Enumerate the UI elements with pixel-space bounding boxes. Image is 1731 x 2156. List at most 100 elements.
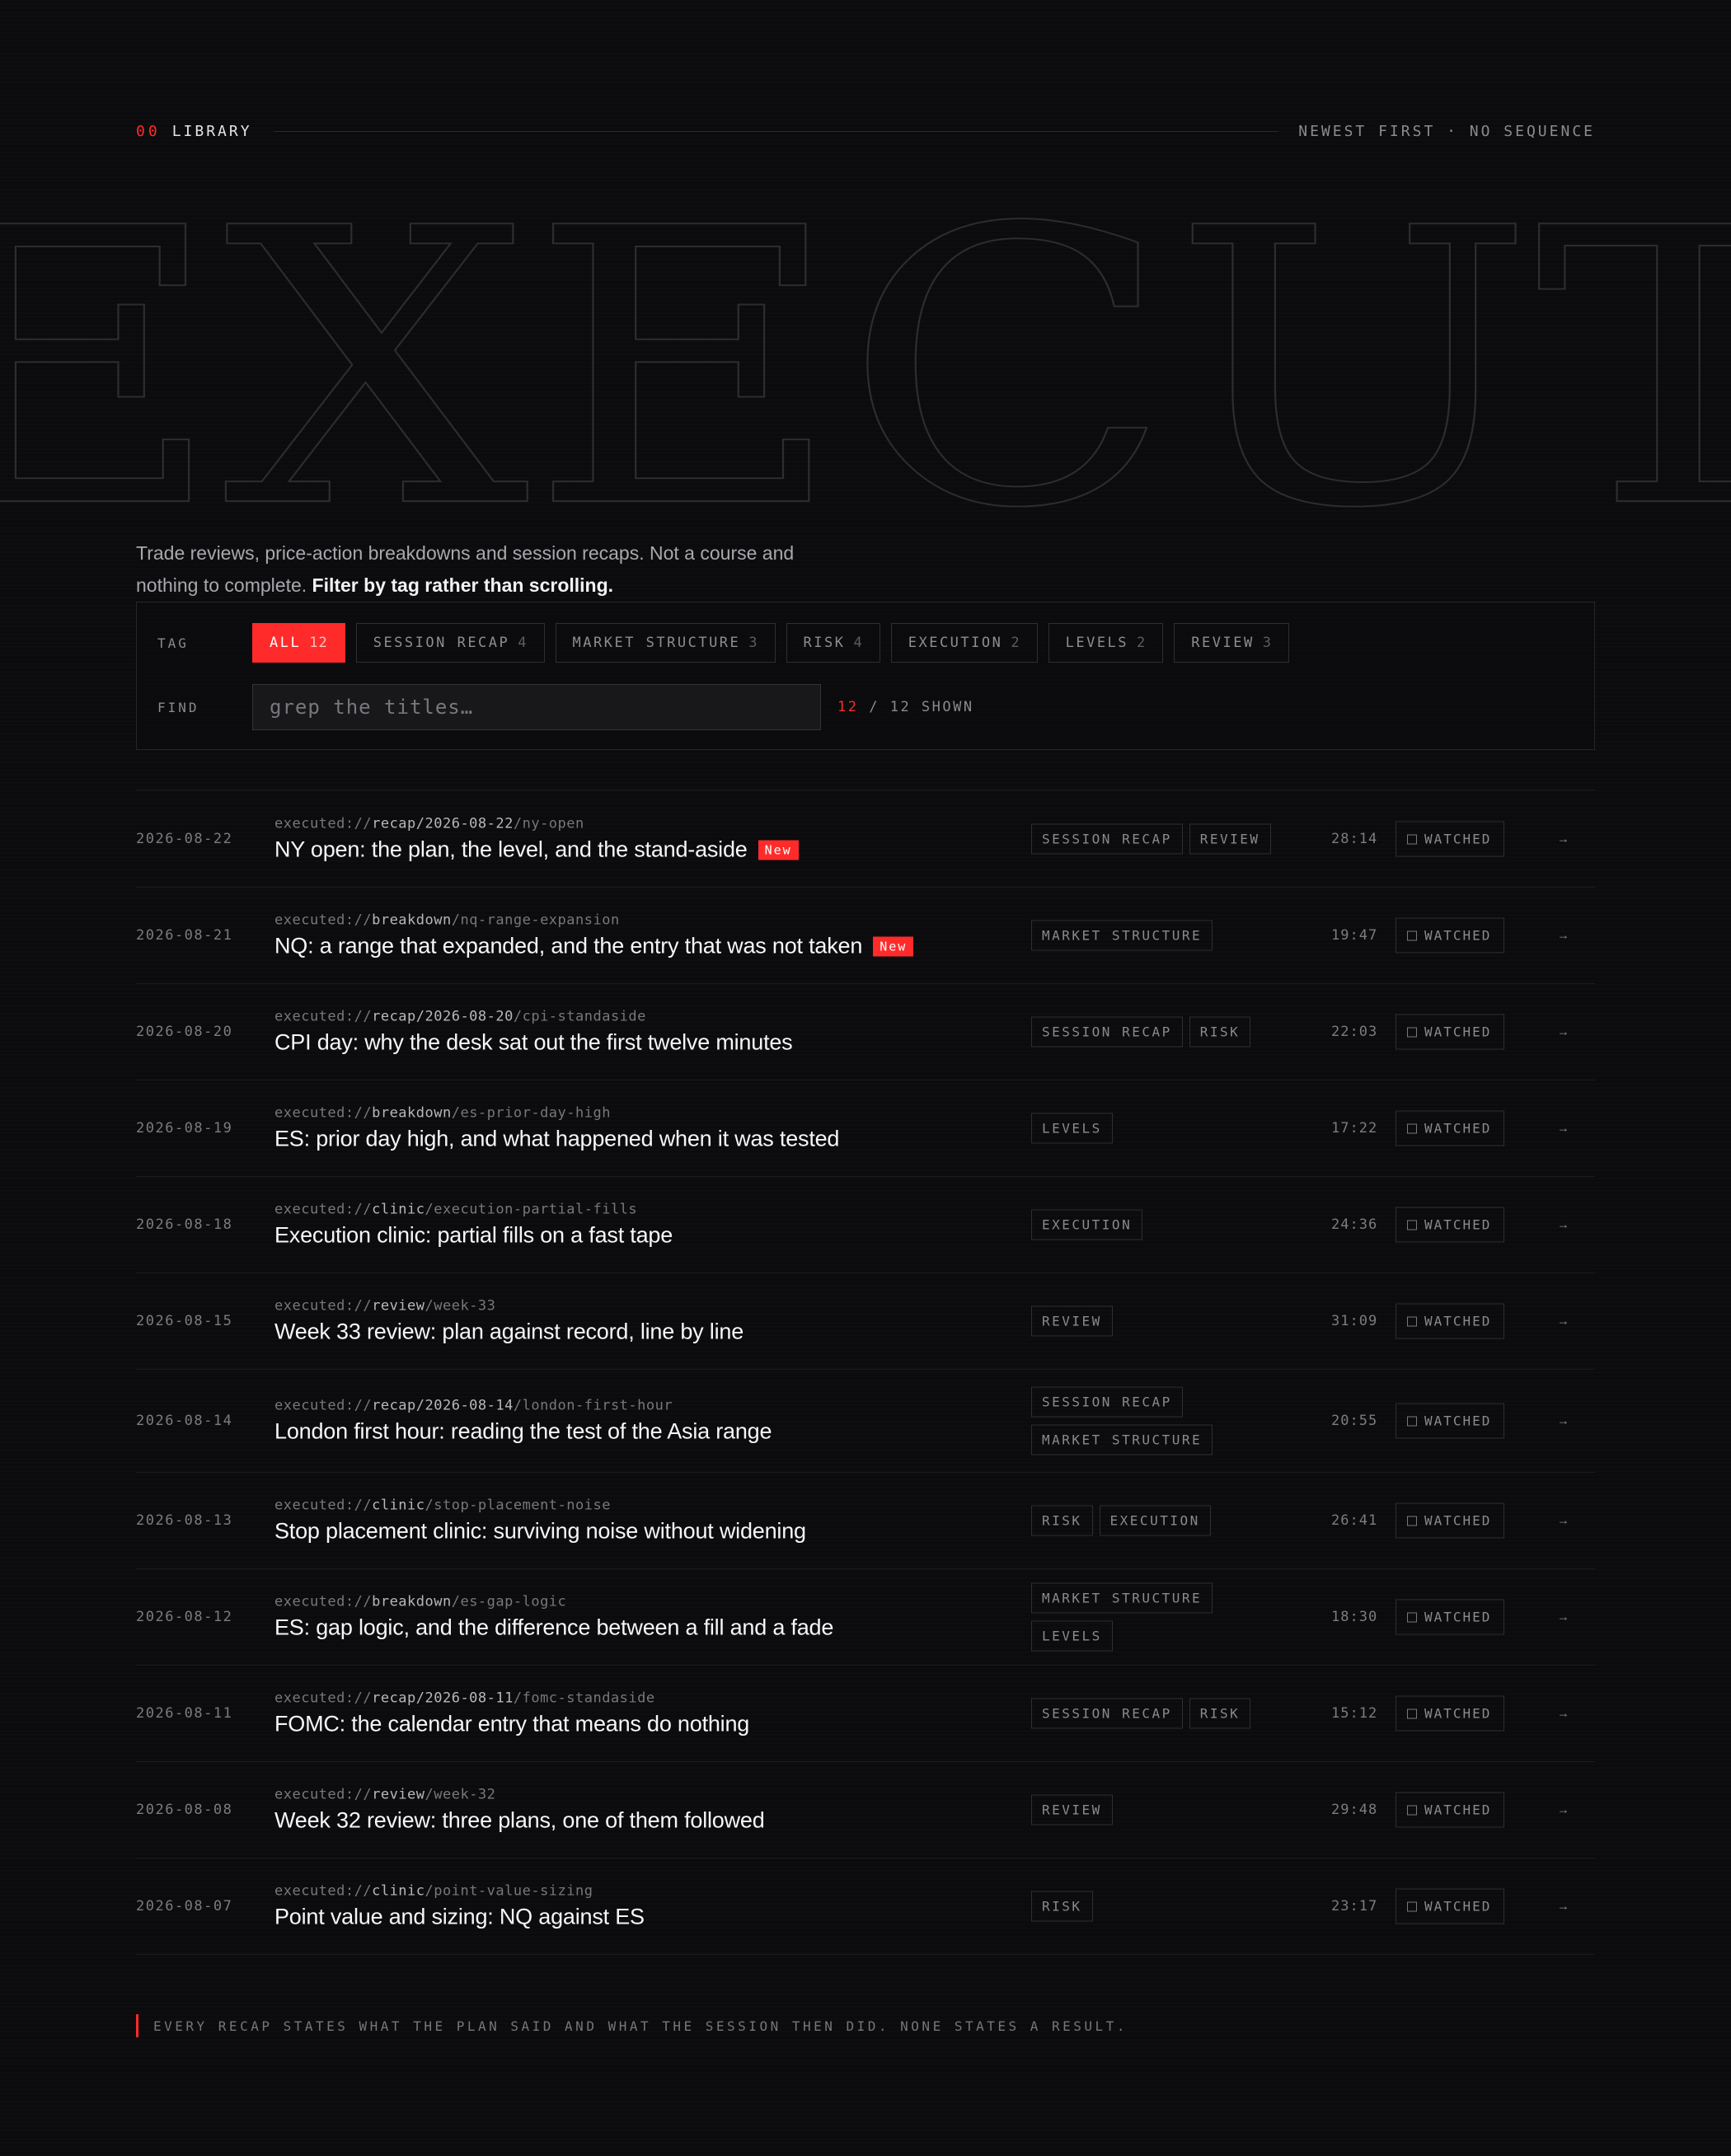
watched-label: WATCHED [1424, 1024, 1492, 1040]
row-tag[interactable]: RISK [1031, 1891, 1093, 1922]
hero-outline-word: EXECUT [0, 198, 1731, 511]
row-tag[interactable]: REVIEW [1031, 1794, 1113, 1826]
row-tag[interactable]: MARKET STRUCTURE [1031, 1424, 1213, 1455]
watched-toggle[interactable]: WATCHED [1396, 1599, 1504, 1635]
row-tag[interactable]: RISK [1031, 1505, 1093, 1536]
row-title[interactable]: Week 32 review: three plans, one of them… [274, 1808, 1016, 1834]
row-text: executed://breakdown/es-prior-day-high E… [274, 1105, 1016, 1152]
arrow-right-icon[interactable]: → [1557, 1218, 1569, 1232]
footer-text: EVERY RECAP STATES WHAT THE PLAN SAID AN… [153, 2018, 1128, 2034]
watched-label: WATCHED [1424, 831, 1492, 847]
video-row[interactable]: 2026-08-19 executed://breakdown/es-prior… [136, 1080, 1595, 1177]
section-index: 00 [136, 122, 161, 140]
row-title[interactable]: ES: prior day high, and what happened wh… [274, 1127, 1016, 1152]
arrow-right-icon[interactable]: → [1557, 1900, 1569, 1914]
video-row[interactable]: 2026-08-14 executed://recap/2026-08-14/l… [136, 1370, 1595, 1473]
watched-toggle[interactable]: WATCHED [1396, 1502, 1504, 1539]
watched-toggle[interactable]: WATCHED [1396, 1110, 1504, 1146]
path-category: review [372, 1297, 425, 1315]
watched-label: WATCHED [1424, 1898, 1492, 1915]
row-title[interactable]: CPI day: why the desk sat out the first … [274, 1030, 1016, 1056]
checkbox-icon [1407, 1612, 1417, 1622]
watched-toggle[interactable]: WATCHED [1396, 1014, 1504, 1050]
video-row[interactable]: 2026-08-20 executed://recap/2026-08-20/c… [136, 984, 1595, 1080]
search-input[interactable] [252, 684, 821, 730]
video-row[interactable]: 2026-08-15 executed://review/week-33 Wee… [136, 1273, 1595, 1370]
path-prefix: executed:// [274, 1297, 373, 1315]
row-tag[interactable]: LEVELS [1031, 1620, 1113, 1652]
tag-chip-review[interactable]: REVIEW 3 [1174, 623, 1289, 663]
row-title[interactable]: NQ: a range that expanded, and the entry… [274, 934, 1016, 959]
video-row[interactable]: 2026-08-08 executed://review/week-32 Wee… [136, 1762, 1595, 1858]
watched-toggle[interactable]: WATCHED [1396, 1888, 1504, 1924]
video-row[interactable]: 2026-08-22 executed://recap/2026-08-22/n… [136, 791, 1595, 888]
watched-label: WATCHED [1424, 1512, 1492, 1529]
arrow-right-icon[interactable]: → [1557, 1414, 1569, 1428]
path-slug: /point-value-sizing [425, 1882, 593, 1900]
tag-chip-count: 2 [1011, 635, 1020, 651]
checkbox-icon [1407, 1123, 1417, 1133]
row-tag[interactable]: LEVELS [1031, 1113, 1113, 1144]
tag-chip-all[interactable]: ALL 12 [252, 623, 345, 663]
row-tag[interactable]: EXECUTION [1031, 1209, 1143, 1240]
watched-toggle[interactable]: WATCHED [1396, 1303, 1504, 1339]
filter-panel: TAG ALL 12 SESSION RECAP 4 MARKET STRUCTURE 3… [136, 602, 1595, 750]
video-row[interactable]: 2026-08-21 executed://breakdown/nq-range… [136, 888, 1595, 984]
row-tag[interactable]: REVIEW [1031, 1305, 1113, 1337]
row-title[interactable]: Stop placement clinic: surviving noise w… [274, 1519, 1016, 1544]
watched-toggle[interactable]: WATCHED [1396, 821, 1504, 857]
tag-chip-session-recap[interactable]: SESSION RECAP 4 [355, 623, 545, 663]
tag-chip-levels[interactable]: LEVELS 2 [1048, 623, 1164, 663]
row-tag[interactable]: RISK [1189, 1016, 1251, 1048]
arrow-right-icon[interactable]: → [1557, 929, 1569, 943]
path-category: recap/2026-08-11 [372, 1690, 514, 1707]
row-tag[interactable]: MARKET STRUCTURE [1031, 1582, 1213, 1614]
row-tag[interactable]: REVIEW [1189, 823, 1271, 855]
video-row[interactable]: 2026-08-07 executed://clinic/point-value… [136, 1858, 1595, 1955]
row-date: 2026-08-11 [136, 1705, 233, 1722]
watched-toggle[interactable]: WATCHED [1396, 1207, 1504, 1243]
row-date: 2026-08-15 [136, 1313, 233, 1329]
row-date: 2026-08-13 [136, 1512, 233, 1529]
tag-chip-risk[interactable]: RISK 4 [786, 623, 880, 663]
arrow-right-icon[interactable]: → [1557, 1025, 1569, 1039]
row-title-text: FOMC: the calendar entry that means do n… [274, 1711, 750, 1737]
checkbox-icon [1407, 1220, 1417, 1230]
video-row[interactable]: 2026-08-12 executed://breakdown/es-gap-l… [136, 1569, 1595, 1666]
arrow-right-icon[interactable]: → [1557, 1122, 1569, 1136]
row-tag[interactable]: EXECUTION [1099, 1505, 1211, 1536]
watched-toggle[interactable]: WATCHED [1396, 1792, 1504, 1828]
tag-chip-market-structure[interactable]: MARKET STRUCTURE 3 [555, 623, 776, 663]
arrow-right-icon[interactable]: → [1557, 1315, 1569, 1329]
watched-toggle[interactable]: WATCHED [1396, 1403, 1504, 1439]
arrow-right-icon[interactable]: → [1557, 1707, 1569, 1721]
row-title[interactable]: Week 33 review: plan against record, lin… [274, 1319, 1016, 1345]
row-title[interactable]: NY open: the plan, the level, and the st… [274, 837, 1016, 863]
row-title[interactable]: London first hour: reading the test of t… [274, 1419, 1016, 1445]
row-title[interactable]: Point value and sizing: NQ against ES [274, 1905, 1016, 1930]
watched-toggle[interactable]: WATCHED [1396, 917, 1504, 954]
row-tag[interactable]: SESSION RECAP [1031, 823, 1183, 855]
row-title[interactable]: FOMC: the calendar entry that means do n… [274, 1712, 1016, 1737]
arrow-right-icon[interactable]: → [1557, 1803, 1569, 1817]
path-slug: /es-prior-day-high [451, 1104, 611, 1122]
video-row[interactable]: 2026-08-18 executed://clinic/execution-p… [136, 1177, 1595, 1273]
row-title[interactable]: ES: gap logic, and the difference betwee… [274, 1615, 1016, 1641]
row-title-text: Week 32 review: three plans, one of them… [274, 1807, 765, 1833]
arrow-right-icon[interactable]: → [1557, 1610, 1569, 1624]
row-title[interactable]: Execution clinic: partial fills on a fas… [274, 1223, 1016, 1249]
video-row[interactable]: 2026-08-11 executed://recap/2026-08-11/f… [136, 1666, 1595, 1762]
path-prefix: executed:// [274, 815, 373, 832]
arrow-right-icon[interactable]: → [1557, 1514, 1569, 1528]
row-tag[interactable]: SESSION RECAP [1031, 1386, 1183, 1418]
arrow-right-icon[interactable]: → [1557, 832, 1569, 846]
video-row[interactable]: 2026-08-13 executed://clinic/stop-placem… [136, 1473, 1595, 1569]
watched-toggle[interactable]: WATCHED [1396, 1695, 1504, 1732]
tag-chip-execution[interactable]: EXECUTION 2 [890, 623, 1038, 663]
row-tag[interactable]: SESSION RECAP [1031, 1016, 1183, 1048]
path-category: breakdown [372, 1104, 452, 1122]
row-tag[interactable]: SESSION RECAP [1031, 1698, 1183, 1729]
row-tag[interactable]: MARKET STRUCTURE [1031, 920, 1213, 951]
row-tag[interactable]: RISK [1189, 1698, 1251, 1729]
row-duration: 17:22 [1331, 1120, 1378, 1137]
